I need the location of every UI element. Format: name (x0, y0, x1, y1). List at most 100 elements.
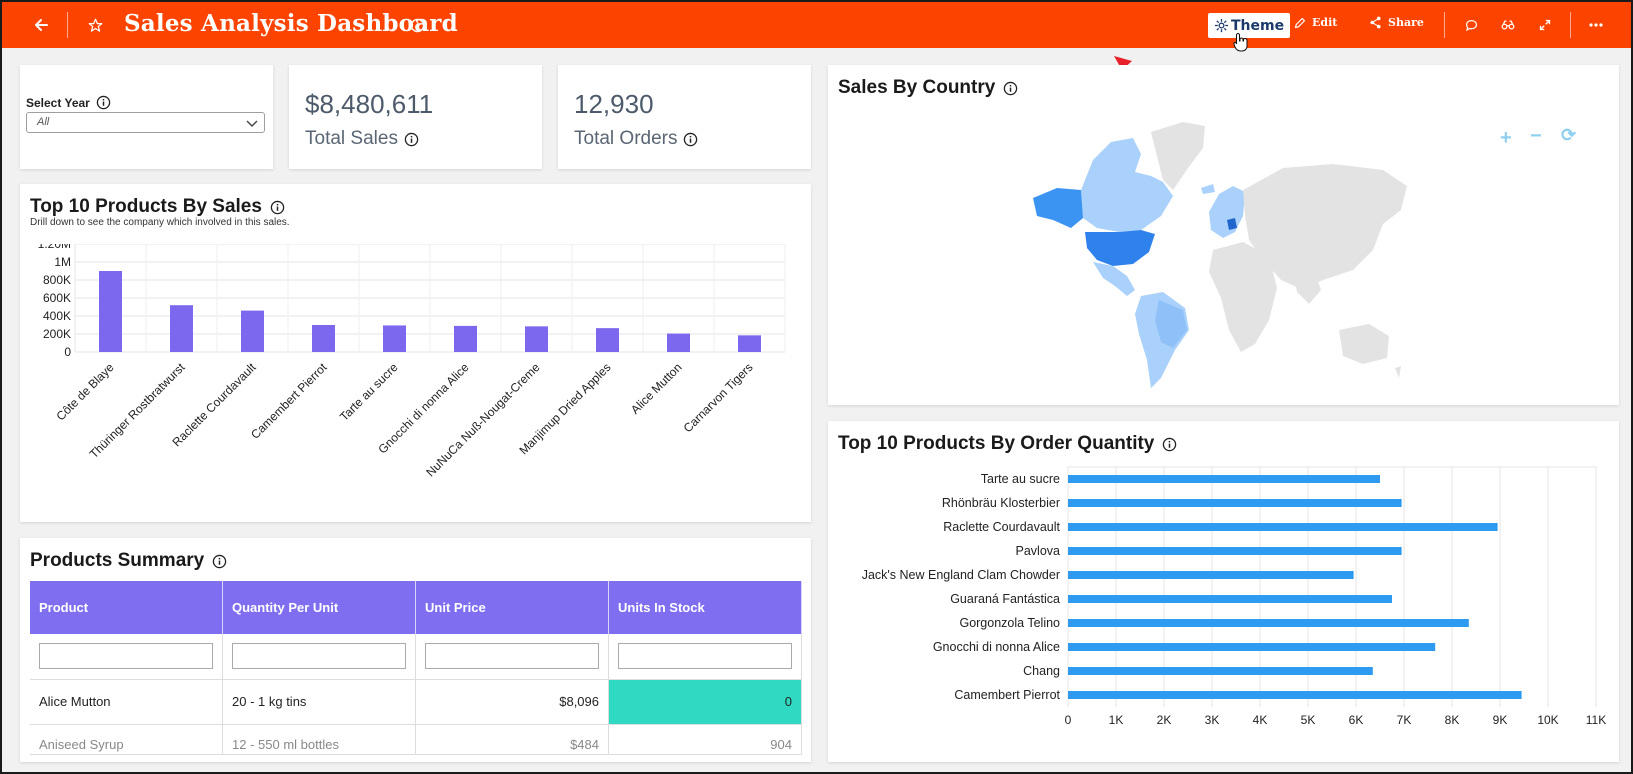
info-icon[interactable] (404, 132, 419, 147)
arrow-left-icon (35, 19, 48, 31)
sales-bar[interactable] (170, 305, 193, 352)
quantity-bar[interactable] (1068, 499, 1402, 507)
select-year-dropdown[interactable]: All (26, 112, 265, 133)
info-icon[interactable] (212, 554, 227, 569)
map-region-africa[interactable] (1209, 242, 1277, 352)
y-tick-label: Jack's New England Clam Chowder (862, 568, 1060, 582)
quantity-bar[interactable] (1068, 475, 1380, 483)
total-sales-card: $8,480,611 Total Sales (289, 65, 542, 169)
info-icon[interactable] (683, 132, 698, 147)
favorite-button[interactable] (84, 14, 106, 36)
column-header-units-in-stock[interactable]: Units In Stock (608, 581, 802, 634)
x-tick-label: 10K (1537, 713, 1558, 727)
binoculars-icon (1501, 20, 1515, 30)
toolbar-divider (1570, 12, 1571, 38)
more-button[interactable] (1586, 15, 1606, 35)
sales-bar[interactable] (383, 325, 406, 352)
sales-bar[interactable] (667, 333, 690, 352)
table-row[interactable]: Aniseed Syrup 12 - 550 ml bottles $484 9… (30, 724, 802, 755)
map-region-australia[interactable] (1339, 324, 1389, 364)
pencil-icon (1294, 17, 1306, 28)
column-header-quantity-per-unit[interactable]: Quantity Per Unit (222, 581, 416, 634)
map-region-iceland[interactable] (1201, 184, 1215, 194)
table-row[interactable]: Alice Mutton 20 - 1 kg tins $8,096 0 (30, 679, 802, 725)
select-year-card: Select Year All (20, 65, 273, 169)
x-tick-label: Côte de Blaye (53, 360, 116, 423)
quantity-bar[interactable] (1068, 595, 1392, 603)
map-region-new-zealand[interactable] (1395, 366, 1401, 378)
quantity-bar[interactable] (1068, 643, 1436, 651)
y-tick-label: Gorgonzola Telino (959, 616, 1060, 630)
total-orders-value: 12,930 (574, 89, 654, 119)
select-year-value: All (37, 116, 50, 128)
filter-cell (415, 634, 609, 680)
sales-bar[interactable] (596, 328, 619, 352)
info-icon[interactable] (1003, 81, 1018, 96)
column-header-product[interactable]: Product (30, 581, 223, 634)
stock-cell: 0 (608, 679, 802, 725)
theme-gear-icon (1214, 18, 1229, 33)
more-dots-icon (1589, 23, 1603, 27)
world-map[interactable] (1023, 120, 1413, 390)
share-button[interactable]: Share (1369, 16, 1424, 29)
fullscreen-button[interactable] (1535, 15, 1555, 35)
edit-label: Edit (1312, 16, 1338, 29)
column-header-unit-price[interactable]: Unit Price (415, 581, 609, 634)
table-filter-row (30, 634, 802, 680)
x-tick-label: 0 (1065, 713, 1072, 727)
select-year-text: Select Year (26, 95, 90, 110)
stock-cell: 904 (608, 724, 802, 755)
y-tick-label: 600K (43, 291, 71, 305)
sales-bar[interactable] (454, 325, 477, 352)
stock-filter-input[interactable] (618, 643, 792, 670)
quantity-filter-input[interactable] (232, 643, 406, 670)
sales-bar[interactable] (99, 271, 122, 352)
price-cell: $484 (415, 724, 609, 755)
info-icon[interactable] (96, 95, 111, 110)
quantity-bar[interactable] (1068, 691, 1522, 699)
sales-bar[interactable] (525, 326, 548, 352)
sales-bar[interactable] (738, 335, 761, 352)
quantity-cell: 12 - 550 ml bottles (222, 724, 416, 755)
sales-bar[interactable] (312, 325, 335, 352)
edit-button[interactable]: Edit (1294, 16, 1337, 29)
x-tick-label: 2K (1157, 713, 1172, 727)
total-orders-label-text: Total Orders (574, 128, 678, 149)
y-tick-label: 1.20M (38, 244, 71, 251)
select-year-label: Select Year (26, 95, 111, 110)
reset-map-button[interactable]: ⟳ (1561, 125, 1576, 146)
info-icon[interactable] (270, 200, 285, 215)
sales-bar[interactable] (241, 310, 264, 352)
map-region-alaska[interactable] (1033, 188, 1083, 228)
quantity-bar[interactable] (1068, 547, 1402, 555)
zoom-out-button[interactable]: − (1530, 125, 1542, 148)
quantity-bar[interactable] (1068, 571, 1354, 579)
zoom-in-button[interactable]: + (1500, 127, 1512, 150)
product-filter-input[interactable] (39, 643, 213, 670)
back-button[interactable] (30, 14, 52, 36)
x-tick-label: Carnarvon Tigers (681, 360, 756, 435)
x-tick-label: NuNuCa Nuß-Nougat-Creme (423, 360, 543, 480)
quantity-bar[interactable] (1068, 523, 1498, 531)
y-tick-label: Gnocchi di nonna Alice (933, 640, 1060, 654)
share-icon (1370, 16, 1381, 29)
sales-by-country-card: Sales By Country + − ⟳ (828, 65, 1619, 405)
map-region-greenland[interactable] (1151, 122, 1205, 190)
map-region-usa[interactable] (1085, 230, 1155, 266)
title-info-icon[interactable] (410, 18, 425, 33)
quantity-bar[interactable] (1068, 619, 1469, 627)
price-filter-input[interactable] (425, 643, 599, 670)
total-orders-label: Total Orders (574, 128, 698, 150)
y-tick-label: 0 (64, 345, 71, 359)
price-cell: $8,096 (415, 679, 609, 725)
comment-button[interactable] (1461, 15, 1481, 35)
quantity-bar[interactable] (1068, 667, 1373, 675)
theme-button[interactable]: Theme (1208, 13, 1291, 38)
x-tick-label: Tarte au sucre (337, 360, 401, 424)
map-region-mexico[interactable] (1093, 262, 1135, 296)
map-region-europe[interactable] (1209, 186, 1245, 238)
view-button[interactable] (1498, 15, 1518, 35)
toolbar-divider (1444, 12, 1445, 38)
info-icon[interactable] (1162, 437, 1177, 452)
y-tick-label: Rhönbräu Klosterbier (942, 496, 1060, 510)
